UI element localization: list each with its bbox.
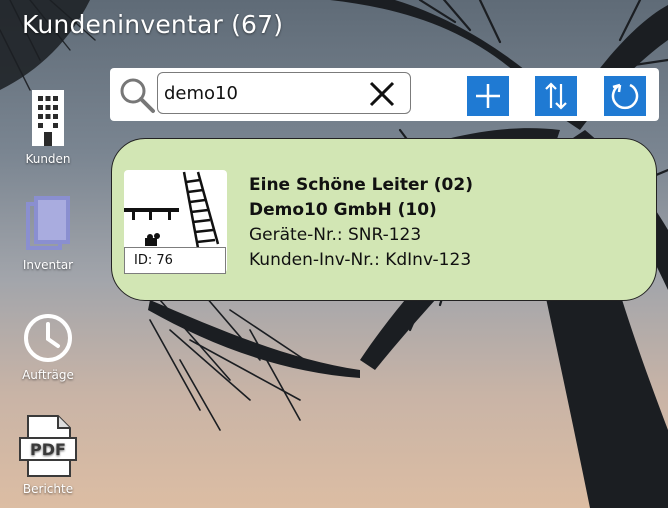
plus-icon bbox=[476, 84, 500, 108]
nav-label-berichte: Berichte bbox=[22, 482, 74, 496]
nav-label-inventar: Inventar bbox=[22, 258, 74, 272]
svg-text:PDF: PDF bbox=[30, 440, 66, 459]
search-input[interactable] bbox=[164, 81, 354, 105]
item-name: Eine Schöne Leiter (02) bbox=[249, 175, 473, 195]
building-icon bbox=[32, 90, 64, 146]
refresh-button[interactable] bbox=[604, 76, 646, 116]
add-button[interactable] bbox=[467, 76, 509, 116]
item-customer-inventory-number: Kunden-Inv-Nr.: KdInv-123 bbox=[249, 250, 472, 270]
pdf-file-icon: PDF bbox=[19, 415, 77, 477]
nav-item-inventar[interactable]: Inventar bbox=[6, 196, 90, 272]
clear-search-icon[interactable] bbox=[369, 81, 395, 107]
sort-button[interactable] bbox=[535, 76, 577, 116]
inventory-stack-icon bbox=[26, 196, 70, 250]
refresh-icon bbox=[611, 83, 639, 110]
search-icon bbox=[120, 78, 155, 113]
nav-label-kunden: Kunden bbox=[25, 152, 71, 166]
clock-icon bbox=[24, 314, 72, 362]
nav-label-auftraege: Aufträge bbox=[22, 368, 74, 382]
item-details: Eine Schöne Leiter (02) Demo10 GmbH (10)… bbox=[249, 173, 473, 273]
page-title: Kundeninventar (67) bbox=[22, 10, 284, 39]
inventory-card[interactable]: ID: 76 Eine Schöne Leiter (02) Demo10 Gm… bbox=[111, 138, 657, 301]
nav-item-kunden[interactable]: Kunden bbox=[6, 88, 90, 166]
nav-item-auftraege[interactable]: Aufträge bbox=[6, 312, 90, 382]
sort-icon bbox=[545, 82, 567, 110]
search-field[interactable] bbox=[157, 72, 411, 114]
item-device-number: Geräte-Nr.: SNR-123 bbox=[249, 225, 422, 245]
item-id-label: ID: 76 bbox=[124, 247, 226, 274]
search-toolbar bbox=[110, 68, 659, 121]
nav-item-berichte[interactable]: PDF Berichte bbox=[6, 414, 90, 496]
item-customer: Demo10 GmbH (10) bbox=[249, 200, 437, 220]
